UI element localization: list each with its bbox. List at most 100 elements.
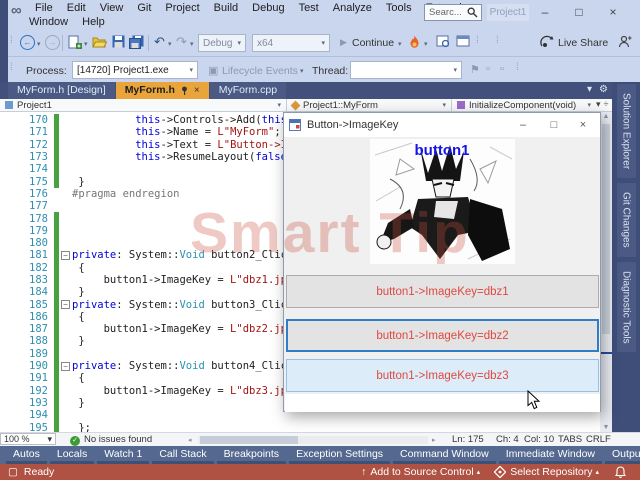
panel-tab[interactable]: Autos (6, 446, 47, 465)
fold-collapse-icon[interactable]: − (61, 250, 70, 260)
navigate-forward-button[interactable]: → (45, 35, 60, 50)
thread-dropdown[interactable]: ▾ (350, 61, 462, 79)
open-file-button[interactable] (92, 35, 107, 48)
toolbar-overflow[interactable]: ⁞ (516, 62, 518, 73)
code-line[interactable]: 195 }; (0, 421, 600, 432)
popup-maximize-button[interactable]: □ (539, 113, 569, 137)
form-button-dbz3[interactable]: button1->ImageKey=dbz3 (286, 359, 599, 392)
panel-tab[interactable]: Command Window (393, 446, 496, 465)
continue-play-icon[interactable]: ▶ (340, 37, 347, 48)
lifecycle-caret-icon[interactable]: ▾ (300, 67, 304, 75)
show-threads-icon[interactable] (436, 35, 450, 48)
project-dropdown[interactable]: Project1 ▾ (0, 99, 287, 111)
process-dropdown[interactable]: [14720] Project1.exe ▾ (72, 61, 198, 79)
tab-myform-cpp[interactable]: MyForm.cpp (209, 82, 287, 99)
pin-icon[interactable] (180, 86, 189, 96)
class-dropdown[interactable]: Project1::MyForm ▾ (287, 99, 452, 111)
split-window-icon[interactable]: ÷ (604, 99, 609, 110)
redo-button[interactable]: ↷ (176, 34, 187, 50)
new-file-caret-icon[interactable]: ▾ (84, 40, 88, 48)
lifecycle-events-button[interactable]: Lifecycle Events (222, 65, 298, 77)
navbar-caret-icon[interactable]: ▾ (596, 99, 601, 110)
editor-horizontal-scrollbar[interactable] (198, 436, 428, 444)
panel-tab[interactable]: Watch 1 (97, 446, 150, 465)
flag-icon[interactable]: ⚑ (470, 63, 480, 76)
hscrollbar-thumb[interactable] (200, 436, 298, 444)
zoom-dropdown[interactable]: 100 % ▾ (0, 433, 56, 445)
select-repository-button[interactable]: Select Repository (510, 466, 592, 478)
hscroll-right-icon[interactable]: ▸ (432, 436, 436, 444)
tab-close-icon[interactable]: × (194, 82, 200, 99)
add-to-source-control-button[interactable]: Add to Source Control (370, 466, 473, 478)
solution-configuration-dropdown[interactable]: Debug ▾ (198, 34, 246, 52)
hot-reload-caret-icon[interactable]: ▾ (424, 40, 428, 48)
scroll-down-icon[interactable]: ▼ (600, 424, 612, 431)
menu-item[interactable]: Tools (379, 1, 419, 16)
tab-myform-h[interactable]: MyForm.h × (115, 82, 209, 99)
undo-button[interactable]: ↶ (154, 34, 165, 50)
popup-title-bar[interactable]: Button->ImageKey – □ × (284, 113, 600, 137)
diagnostic-window-icon[interactable] (456, 35, 470, 48)
menu-item[interactable]: Project (158, 1, 206, 16)
menu-item[interactable]: File (28, 1, 60, 16)
menu-item[interactable]: Debug (245, 1, 291, 16)
scrollbar-thumb[interactable] (602, 124, 610, 334)
side-tool-tab[interactable]: Git Changes (616, 183, 636, 257)
active-files-caret-icon[interactable]: ▾ (587, 84, 592, 95)
toolbar-overflow[interactable]: ⁞ (496, 35, 498, 46)
maximize-button[interactable]: □ (568, 2, 590, 22)
save-button[interactable] (112, 35, 125, 48)
notifications-bell-icon[interactable] (615, 466, 626, 478)
solution-platform-dropdown[interactable]: x64 ▾ (252, 34, 330, 52)
back-caret-icon[interactable]: ▾ (37, 40, 41, 48)
continue-caret-icon[interactable]: ▾ (398, 40, 402, 48)
menu-item[interactable]: Build (207, 1, 245, 16)
fold-collapse-icon[interactable]: − (61, 361, 70, 371)
live-share-icon[interactable] (540, 35, 555, 49)
popup-minimize-button[interactable]: – (508, 113, 538, 137)
tab-options-gear-icon[interactable]: ⚙ (599, 84, 608, 95)
toolbar-misc-icon[interactable]: ▫ (486, 63, 490, 75)
hot-reload-flame-icon[interactable] (408, 35, 421, 49)
panel-tab[interactable]: Breakpoints (216, 446, 287, 465)
editor-vertical-scrollbar[interactable]: ▲ ▼ (600, 112, 612, 432)
menu-item[interactable]: Analyze (326, 1, 379, 16)
toolbar-overflow[interactable]: ⁞ (476, 35, 478, 46)
panel-tab[interactable]: Call Stack (152, 446, 214, 465)
navigate-back-button[interactable]: ← (20, 35, 35, 50)
form-button-dbz1[interactable]: button1->ImageKey=dbz1 (286, 275, 599, 308)
menu-item[interactable]: Help (75, 15, 112, 30)
fold-collapse-icon[interactable]: − (61, 300, 70, 310)
minimize-button[interactable]: – (534, 2, 556, 22)
tab-myform-h-design[interactable]: MyForm.h [Design] (8, 82, 115, 99)
panel-tab[interactable]: Locals (49, 446, 95, 465)
menu-item[interactable]: Window (22, 15, 75, 30)
toolbar-misc-icon[interactable]: ▫ (500, 63, 504, 75)
issues-status[interactable]: No issues found (84, 434, 152, 445)
save-all-button[interactable] (129, 35, 144, 49)
side-tool-tab[interactable]: Solution Explorer (616, 84, 636, 179)
continue-button[interactable]: Continue (352, 37, 394, 49)
side-tool-tab[interactable]: Diagnostic Tools (616, 261, 636, 353)
panel-tab[interactable]: Immediate Window (498, 446, 603, 465)
panel-tab[interactable]: Exception Settings (289, 446, 391, 465)
menu-item[interactable]: Test (292, 1, 326, 16)
redo-caret-icon[interactable]: ▾ (190, 40, 194, 48)
scroll-up-icon[interactable]: ▲ (600, 113, 612, 120)
menu-item[interactable]: Edit (60, 1, 93, 16)
new-file-button[interactable] (68, 35, 82, 50)
toolbar-grip[interactable]: ⁞ (10, 62, 12, 73)
menu-item[interactable]: View (93, 1, 131, 16)
feedback-person-icon[interactable] (618, 35, 632, 48)
menu-item[interactable]: Git (130, 1, 158, 16)
live-share-button[interactable]: Live Share (558, 37, 608, 49)
popup-close-button[interactable]: × (568, 113, 598, 137)
panel-tab[interactable]: Output (605, 446, 640, 465)
form-button-dbz2[interactable]: button1->ImageKey=dbz2 (286, 319, 599, 352)
hscroll-left-icon[interactable]: ◂ (188, 436, 192, 444)
member-dropdown[interactable]: InitializeComponent(void) ▾ (452, 99, 596, 111)
close-button[interactable]: × (602, 2, 624, 22)
search-input[interactable]: Searc... (424, 4, 482, 21)
toolbar-grip[interactable]: ⁞ (10, 35, 12, 46)
undo-caret-icon[interactable]: ▾ (168, 40, 172, 48)
